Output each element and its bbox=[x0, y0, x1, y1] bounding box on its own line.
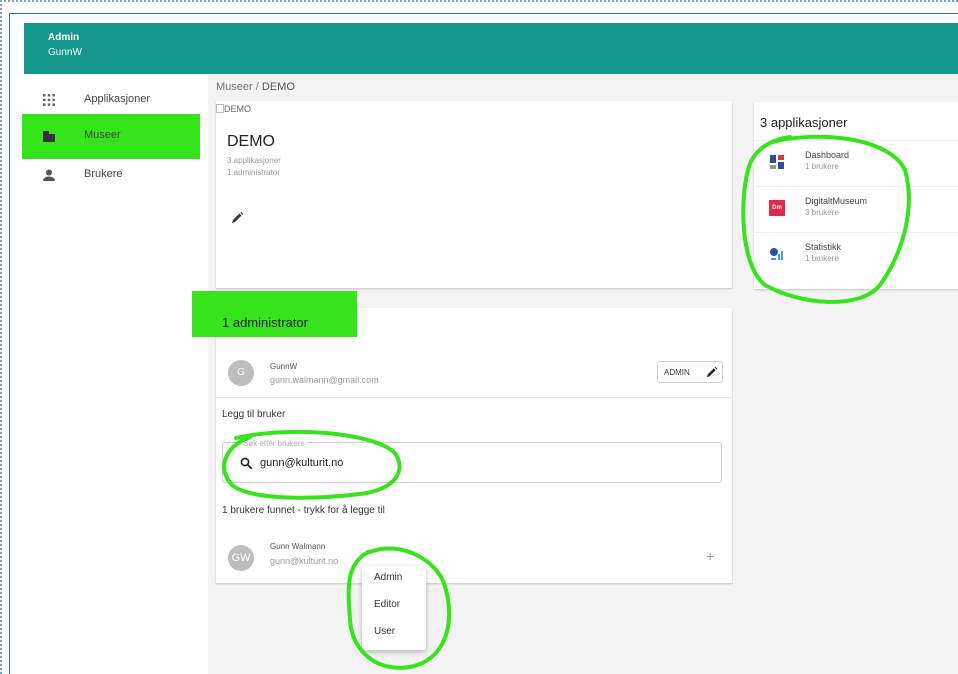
application-name: DigitaltMuseum bbox=[805, 196, 868, 206]
sidebar-item-label: Brukere bbox=[84, 168, 123, 180]
museum-building-icon bbox=[43, 131, 55, 142]
museum-name: DEMO bbox=[227, 133, 275, 150]
edit-pencil-icon[interactable] bbox=[230, 211, 244, 225]
search-floating-label: Søk etter brukere bbox=[241, 439, 307, 448]
digitaltmuseum-icon: Dm bbox=[769, 200, 785, 216]
breadcrumb-parent-link[interactable]: Museer bbox=[216, 81, 253, 93]
current-user-name: GunnW bbox=[48, 47, 82, 58]
administrator-email: gunn.walmann@gmail.com bbox=[270, 375, 379, 385]
search-icon bbox=[240, 457, 253, 470]
app-title: Admin bbox=[48, 32, 80, 43]
green-highlight-administrator bbox=[192, 291, 357, 337]
menu-item-user[interactable]: User bbox=[374, 626, 395, 637]
digitaltmuseum-badge: Dm bbox=[772, 205, 782, 211]
statistics-icon bbox=[770, 248, 783, 260]
museum-apps-count: 3 applikasjoner bbox=[227, 156, 281, 165]
add-user-plus-icon[interactable]: + bbox=[706, 548, 714, 564]
role-chip-label: ADMIN bbox=[664, 368, 690, 377]
person-icon bbox=[43, 169, 55, 181]
avatar: G bbox=[228, 360, 254, 386]
broken-image-icon bbox=[216, 104, 224, 113]
applications-title: 3 applikasjoner bbox=[760, 115, 848, 130]
application-item-dashboard[interactable]: Dashboard 1 brukere bbox=[754, 140, 958, 186]
app-header: Admin GunnW bbox=[24, 23, 958, 74]
museum-card: DEMO DEMO 3 applikasjoner 1 administrato… bbox=[216, 101, 732, 288]
result-user-email: gunn@kulturit.no bbox=[270, 556, 339, 566]
breadcrumb: Museer / DEMO bbox=[216, 81, 295, 93]
administrators-card: G GunnW gunn.walmann@gmail.com ADMIN Leg… bbox=[216, 308, 732, 583]
administrators-title: 1 administrator bbox=[222, 315, 308, 330]
edit-pencil-icon bbox=[706, 366, 718, 378]
role-chip-button[interactable]: ADMIN bbox=[657, 361, 723, 383]
breadcrumb-separator: / bbox=[255, 81, 259, 93]
sidebar-item-brukere[interactable]: Brukere bbox=[24, 157, 208, 193]
sidebar-item-applikasjoner[interactable]: Applikasjoner bbox=[24, 82, 208, 118]
sidebar-item-museer[interactable]: Museer bbox=[24, 118, 208, 154]
breadcrumb-current: DEMO bbox=[261, 81, 295, 93]
apps-grid-icon bbox=[43, 94, 55, 106]
application-name: Dashboard bbox=[805, 150, 850, 160]
administrator-name: GunnW bbox=[270, 362, 298, 371]
add-user-label: Legg til bruker bbox=[222, 409, 286, 420]
avatar: GW bbox=[228, 545, 254, 571]
application-users: 1 brukere bbox=[805, 162, 839, 171]
menu-item-editor[interactable]: Editor bbox=[374, 599, 400, 610]
result-user-name: Gunn Walmann bbox=[270, 542, 326, 551]
administrator-row: G GunnW gunn.walmann@gmail.com ADMIN bbox=[216, 348, 732, 398]
museum-image: DEMO bbox=[216, 104, 251, 114]
museum-admins-count: 1 administrator bbox=[227, 168, 280, 177]
search-results-count: 1 brukere funnet - trykk for å legge til bbox=[222, 505, 385, 516]
sidebar-item-label: Applikasjoner bbox=[84, 93, 151, 105]
application-item-statistikk[interactable]: Statistikk 1 brukere bbox=[754, 232, 958, 278]
role-dropdown-menu: Admin Editor User bbox=[362, 566, 426, 650]
search-result-row[interactable]: GW Gunn Walmann gunn@kulturit.no + bbox=[216, 532, 732, 582]
user-search-input[interactable]: Søk etter brukere gunn@kulturit.no bbox=[222, 439, 722, 483]
application-name: Statistikk bbox=[805, 242, 842, 252]
dashboard-icon bbox=[770, 155, 784, 169]
menu-item-admin[interactable]: Admin bbox=[374, 572, 402, 583]
application-users: 3 brukere bbox=[805, 208, 839, 217]
application-users: 1 brukere bbox=[805, 254, 839, 263]
main-content: Museer / DEMO DEMO DEMO 3 applikasjoner … bbox=[208, 74, 958, 674]
search-value: gunn@kulturit.no bbox=[260, 457, 344, 469]
applications-card: 3 applikasjoner Dashboard 1 brukere Dm D… bbox=[754, 102, 958, 289]
sidebar: Applikasjoner Museer Brukere bbox=[22, 74, 208, 674]
sidebar-item-label: Museer bbox=[84, 129, 121, 141]
museum-image-alt: DEMO bbox=[224, 104, 251, 114]
application-item-digitaltmuseum[interactable]: Dm DigitaltMuseum 3 brukere bbox=[754, 186, 958, 232]
